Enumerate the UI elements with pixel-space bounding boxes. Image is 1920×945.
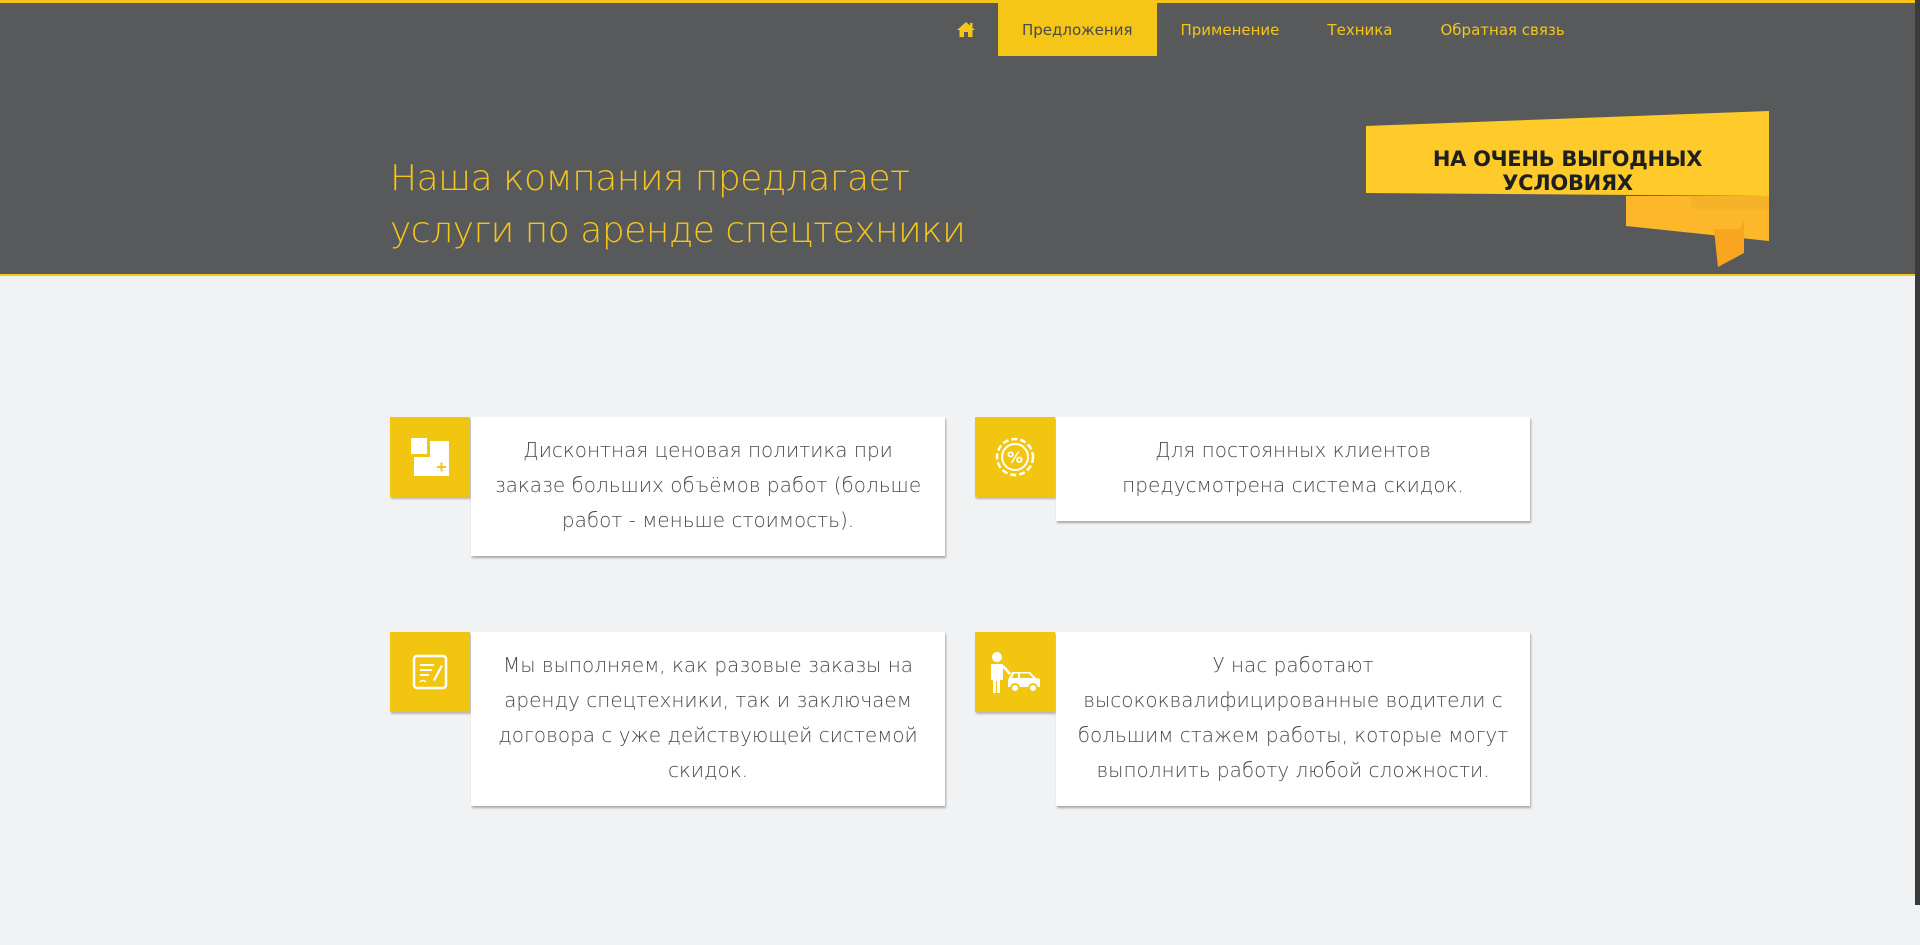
card-text: Мы выполняем, как разовые заказы на арен… xyxy=(471,632,945,806)
card-icon-box xyxy=(390,417,470,497)
nav-home[interactable] xyxy=(940,3,998,56)
vertical-scrollbar[interactable] xyxy=(1915,0,1920,905)
main-nav: Предложения Применение Техника Обратная … xyxy=(940,3,1589,59)
card-icon-box xyxy=(390,632,470,712)
card-text: У нас работают высококвалифицированные в… xyxy=(1056,632,1530,806)
card-icon-box xyxy=(975,632,1055,712)
card-text-content: У нас работают высококвалифицированные в… xyxy=(1077,653,1509,782)
hero-title-line2: услуги по аренде спецтехники xyxy=(390,210,966,251)
percent-badge-icon: % xyxy=(995,437,1035,477)
page: Предложения Применение Техника Обратная … xyxy=(0,0,1920,945)
card-text: Для постоянных клиентов предусмотрена си… xyxy=(1056,417,1530,521)
home-icon xyxy=(957,22,975,37)
card-text: Дисконтная ценовая политика при заказе б… xyxy=(471,417,945,556)
nav-item-application[interactable]: Применение xyxy=(1157,3,1304,56)
ribbon-banner: НА ОЧЕНЬ ВЫГОДНЫХ УСЛОВИЯХ xyxy=(1366,111,1769,271)
hero-section: Предложения Применение Техника Обратная … xyxy=(0,0,1920,276)
nav-item-offers[interactable]: Предложения xyxy=(998,3,1157,56)
card-text-content: Дисконтная ценовая политика при заказе б… xyxy=(494,438,922,532)
contract-icon xyxy=(412,654,448,690)
ribbon-text: НА ОЧЕНЬ ВЫГОДНЫХ УСЛОВИЯХ xyxy=(1432,147,1703,195)
card-text-content: Для постоянных клиентов предусмотрена си… xyxy=(1122,438,1464,497)
hero-title: Наша компания предлагает услуги по аренд… xyxy=(390,153,990,257)
nav-item-equipment[interactable]: Техника xyxy=(1303,3,1416,56)
card-text-content: Мы выполняем, как разовые заказы на арен… xyxy=(498,653,918,782)
driver-car-icon xyxy=(991,652,1040,693)
add-squares-icon xyxy=(411,438,449,476)
card-icon-box: % xyxy=(975,417,1055,497)
hero-title-line1: Наша компания предлагает xyxy=(390,158,910,199)
nav-item-feedback[interactable]: Обратная связь xyxy=(1417,3,1589,56)
svg-text:%: % xyxy=(1007,448,1023,467)
